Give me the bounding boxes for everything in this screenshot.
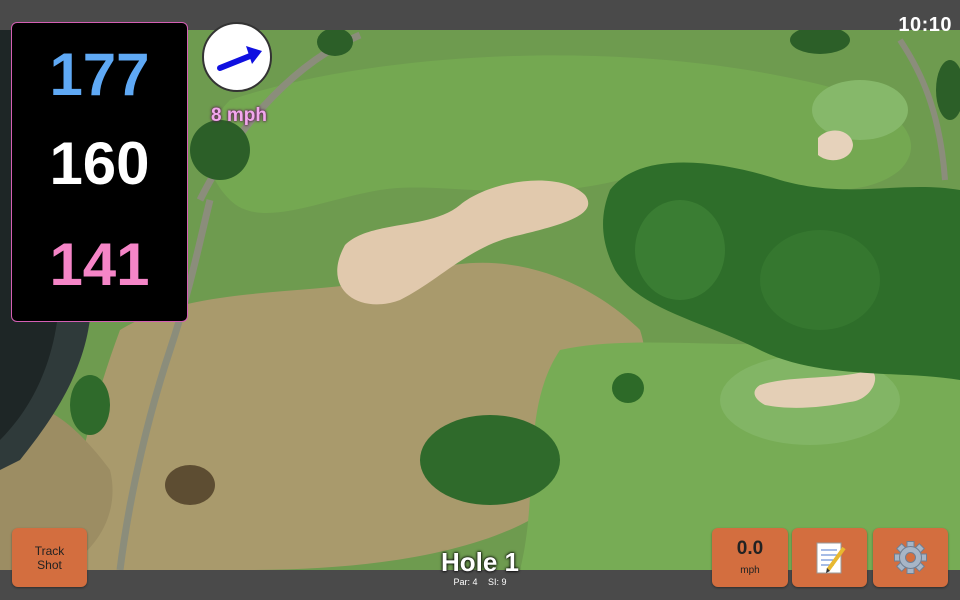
front-distance: 141 [49,231,150,298]
wind-speed: 8 mph [211,105,267,126]
notes-button[interactable] [792,528,867,587]
hole-stroke-index: SI: 9 [488,577,507,587]
gear-icon [894,541,927,574]
back-distance: 177 [49,41,150,108]
hole-meta: Par: 4 SI: 9 [380,577,580,587]
settings-button[interactable] [873,528,948,587]
center-distance: 160 [49,130,150,197]
speed-button[interactable]: 0.0 mph [712,528,788,587]
wind-indicator [202,22,272,92]
distance-panel: 177 160 141 [11,22,188,322]
track-shot-label-line2: Shot [37,558,62,572]
speed-value: 0.0 [736,538,764,559]
hole-par: Par: 4 [453,577,478,587]
golf-gps-screen: 10:10 177 160 141 8 mph Track Shot Hole … [0,0,960,600]
wind-direction-arrow-icon [217,46,262,71]
speed-unit: mph [740,565,760,576]
track-shot-button[interactable]: Track Shot [12,528,87,587]
hole-title: Hole 1 [440,547,520,577]
clock: 10:10 [898,14,952,36]
notepad-icon [816,542,846,574]
track-shot-label-line1: Track [34,544,65,558]
